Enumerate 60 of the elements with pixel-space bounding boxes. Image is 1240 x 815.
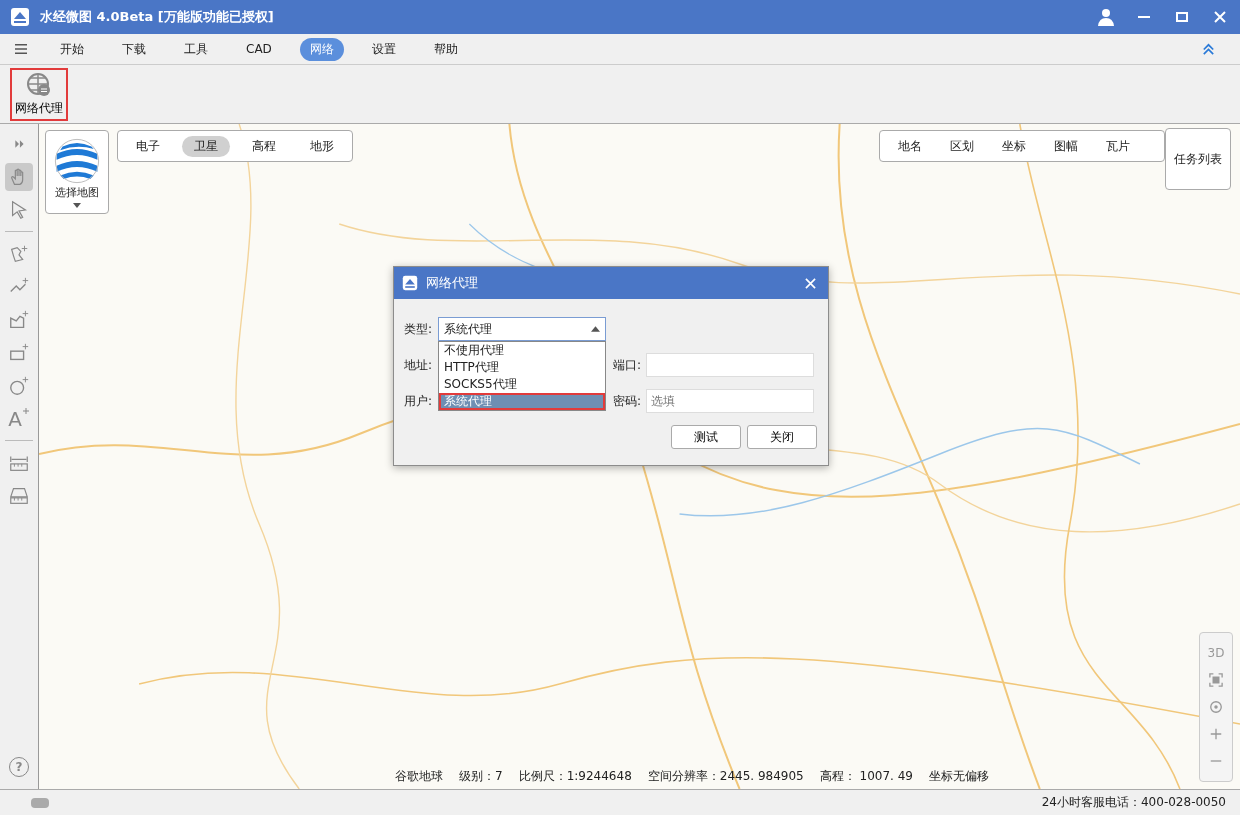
password-field[interactable]: 选填 <box>646 389 814 413</box>
overlay-tab[interactable]: 坐标 <box>990 135 1038 157</box>
menu-tab[interactable]: 工具 <box>174 37 218 61</box>
dropdown-option[interactable]: 不使用代理 <box>439 342 605 359</box>
close-icon[interactable] <box>805 277 816 289</box>
fullscreen-icon[interactable] <box>1209 672 1223 687</box>
test-button[interactable]: 测试 <box>671 425 741 449</box>
area-plus-icon <box>8 309 30 331</box>
status-text: 比例尺：1:9244648 <box>518 768 632 785</box>
user-icon[interactable] <box>1096 7 1116 27</box>
network-badge-icon <box>30 796 50 809</box>
layer-tab[interactable]: 电子 <box>124 135 172 157</box>
menu-tab[interactable]: 帮助 <box>423 37 468 61</box>
hand-tool[interactable] <box>5 163 33 191</box>
globe-icon <box>26 71 52 98</box>
app-logo-icon <box>10 7 30 27</box>
menu-tab[interactable]: 下载 <box>112 37 156 61</box>
circle-plus-icon <box>8 375 30 397</box>
status-text: 谷歌地球 <box>395 768 443 785</box>
overlay-tab[interactable]: 区划 <box>938 135 986 157</box>
task-list-button[interactable]: 任务列表 <box>1165 128 1231 190</box>
polygon-plus-icon <box>8 243 30 265</box>
proxy-button[interactable]: 网络代理 <box>10 67 68 121</box>
dialog-title: 网络代理 <box>426 274 478 292</box>
layer-tab[interactable]: 地形 <box>298 135 346 157</box>
locate-icon[interactable] <box>1209 699 1223 714</box>
map-select-button[interactable]: 选择地图 <box>45 130 109 214</box>
close-button[interactable]: 关闭 <box>747 425 817 449</box>
area-ruler-icon <box>8 485 30 507</box>
zoom-in-icon[interactable] <box>1209 727 1223 742</box>
caret-icon <box>73 203 81 208</box>
field-label: 类型: <box>404 320 434 338</box>
field-label: 用户: <box>404 392 434 410</box>
status-text: 坐标无偏移 <box>929 768 989 785</box>
menu-tab[interactable]: 开始 <box>50 37 94 61</box>
field-label: 端口: <box>613 356 643 374</box>
plus-icon <box>21 407 30 415</box>
field-label: 地址: <box>404 356 434 374</box>
field-label: 密码: <box>613 392 643 410</box>
hotline-text: 24小时客服电话：400-028-0050 <box>1041 794 1226 811</box>
globe-logo-icon <box>53 137 101 185</box>
menu-tab[interactable]: CAD <box>236 39 282 59</box>
collapse-icon[interactable] <box>1201 41 1216 57</box>
window-title: 水经微图 4.0Beta [万能版功能已授权] <box>40 8 274 26</box>
proxy-type-dropdown[interactable]: 系统代理 <box>438 317 606 341</box>
menu-tab[interactable]: 设置 <box>361 37 406 61</box>
layer-tab[interactable]: 卫星 <box>182 135 230 157</box>
status-text: 高程： 1007. 49 <box>819 768 913 785</box>
menu-icon[interactable] <box>14 43 28 55</box>
overlay-tab[interactable]: 图幅 <box>1042 135 1090 157</box>
overlay-tab[interactable]: 瓦片 <box>1094 135 1142 157</box>
status-text: 级别：7 <box>459 768 503 785</box>
status-text: 空间分辨率：2445. 984905 <box>647 768 804 785</box>
dropdown-option[interactable]: HTTP代理 <box>439 359 605 376</box>
app-logo-icon <box>402 275 418 291</box>
overlay-tab[interactable]: 地名 <box>886 135 934 157</box>
dropdown-option[interactable]: SOCKS5代理 <box>439 376 605 393</box>
layer-tab[interactable]: 高程 <box>240 135 288 157</box>
caret-icon <box>591 326 600 332</box>
port-field[interactable] <box>646 353 814 377</box>
